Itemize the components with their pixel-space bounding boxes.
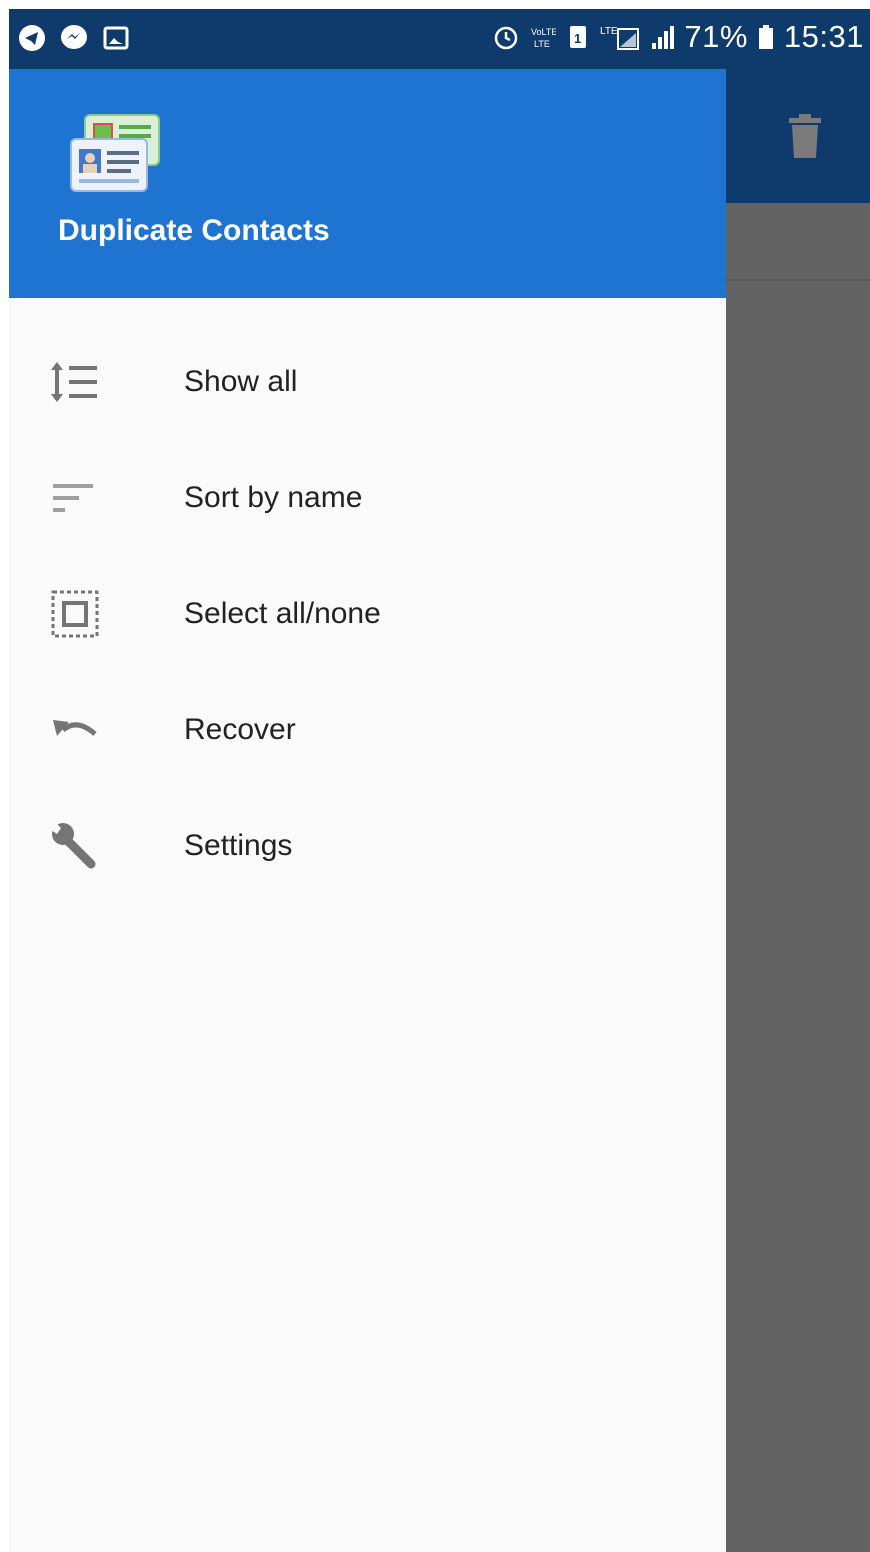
- contact-cards-icon: [70, 114, 160, 192]
- menu-item-label: Show all: [184, 365, 298, 398]
- battery-percent: 71%: [684, 19, 748, 54]
- trash-icon[interactable]: [785, 112, 825, 160]
- volte-icon: VoLTE LTE: [531, 27, 556, 49]
- status-bar: VoLTE LTE 1 LTE 71% 15:31: [9, 9, 870, 69]
- undo-icon: [47, 702, 103, 758]
- app-title: Duplicate Contacts: [58, 214, 330, 247]
- svg-text:LTE: LTE: [600, 26, 618, 37]
- navigation-drawer: Duplicate Contacts Show all Sort by name…: [9, 69, 726, 1552]
- gallery-icon: [103, 26, 129, 50]
- select-all-icon: [47, 586, 103, 642]
- signal-icon: [652, 26, 675, 49]
- battery-icon: [758, 25, 773, 49]
- messenger-icon: [61, 25, 87, 49]
- alarm-icon: [495, 26, 518, 50]
- wrench-icon: [47, 818, 103, 874]
- list-divider: [725, 279, 870, 281]
- line-spacing-icon: [47, 354, 103, 410]
- menu-item-label: Recover: [184, 713, 296, 746]
- drawer-menu: Show all Sort by name Select all/none Re…: [9, 324, 726, 904]
- status-time: 15:31: [783, 19, 864, 54]
- menu-item-settings[interactable]: Settings: [9, 788, 726, 904]
- sort-icon: [47, 470, 103, 526]
- menu-item-label: Settings: [184, 829, 293, 862]
- screen: VoLTE LTE 1 LTE 71% 15:31 Duplicate Cont…: [9, 9, 870, 1552]
- svg-text:1: 1: [574, 31, 581, 46]
- menu-item-recover[interactable]: Recover: [9, 672, 726, 788]
- lte-signal-icon: LTE: [600, 26, 640, 50]
- sim-icon: 1: [570, 26, 587, 48]
- menu-item-label: Select all/none: [184, 597, 381, 630]
- menu-item-select-all-none[interactable]: Select all/none: [9, 556, 726, 672]
- menu-item-show-all[interactable]: Show all: [9, 324, 726, 440]
- drawer-header: Duplicate Contacts: [9, 69, 726, 298]
- telegram-icon: [19, 25, 45, 51]
- menu-item-sort-by-name[interactable]: Sort by name: [9, 440, 726, 556]
- menu-item-label: Sort by name: [184, 481, 363, 514]
- svg-text:VoLTE: VoLTE: [531, 27, 556, 37]
- svg-text:LTE: LTE: [534, 39, 550, 49]
